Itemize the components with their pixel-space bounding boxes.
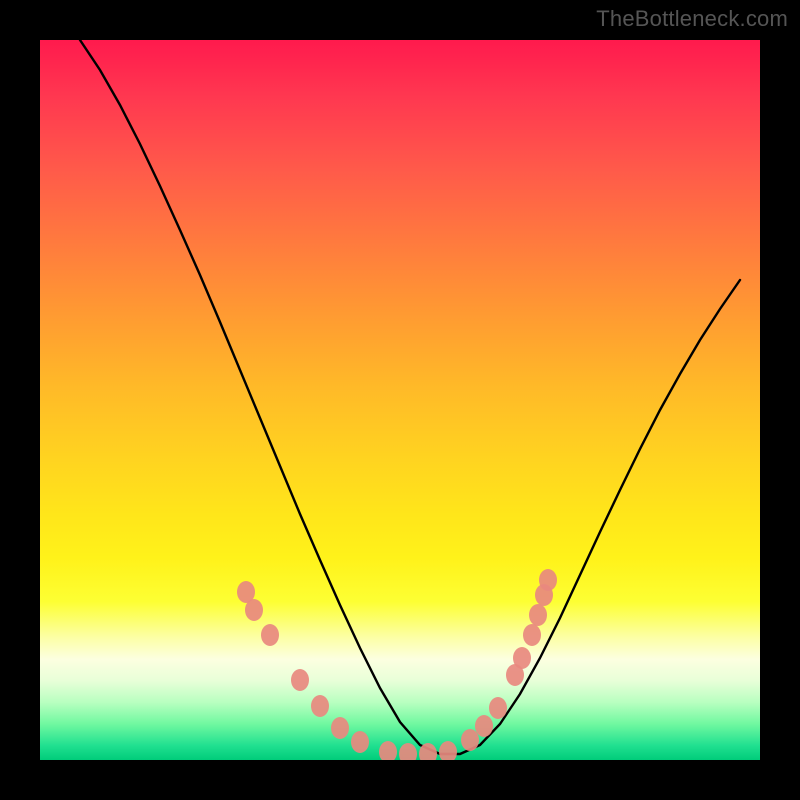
data-marker <box>331 717 349 739</box>
chart-frame: TheBottleneck.com <box>0 0 800 800</box>
data-marker <box>529 604 547 626</box>
data-marker <box>261 624 279 646</box>
bottleneck-svg <box>40 40 760 760</box>
data-marker <box>461 729 479 751</box>
plot-area <box>40 40 760 760</box>
data-marker <box>523 624 541 646</box>
data-marker <box>399 743 417 760</box>
data-marker <box>311 695 329 717</box>
data-marker <box>475 715 493 737</box>
data-marker <box>513 647 531 669</box>
data-marker <box>439 741 457 760</box>
data-markers <box>237 569 557 760</box>
data-marker <box>245 599 263 621</box>
bottleneck-curve <box>80 40 740 754</box>
data-marker <box>539 569 557 591</box>
watermark-text: TheBottleneck.com <box>596 6 788 32</box>
data-marker <box>379 741 397 760</box>
data-marker <box>489 697 507 719</box>
data-marker <box>351 731 369 753</box>
data-marker <box>291 669 309 691</box>
